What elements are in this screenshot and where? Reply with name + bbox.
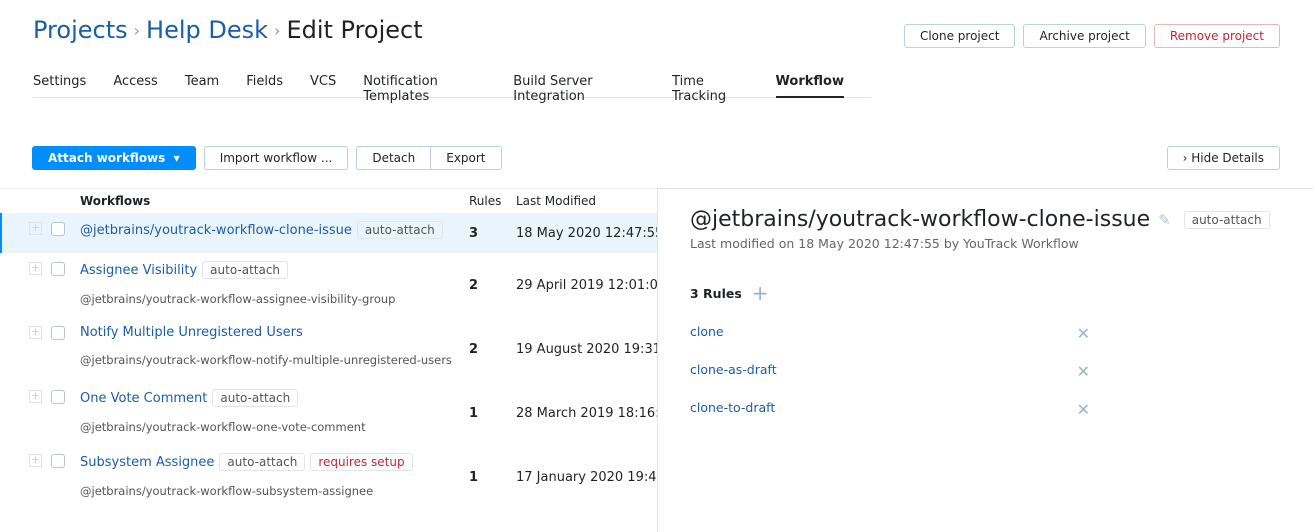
rule-item: clone-as-draft ✕ [690, 362, 1090, 381]
import-workflow-button[interactable]: Import workflow ... [203, 146, 349, 170]
breadcrumb-separator: › [274, 20, 281, 40]
chevron-right-icon: › [1182, 151, 1188, 165]
tab-notification-templates[interactable]: Notification Templates [363, 74, 486, 104]
expand-icon[interactable]: + [29, 262, 42, 275]
rule-name[interactable]: clone [690, 324, 724, 343]
rules-header: 3 Rules [690, 285, 742, 301]
detail-title: @jetbrains/youtrack-workflow-clone-issue [690, 207, 1151, 232]
hide-details-label: Hide Details [1191, 151, 1264, 165]
row-checkbox[interactable] [51, 326, 65, 340]
workflow-package: @jetbrains/youtrack-workflow-assignee-vi… [80, 292, 396, 306]
workflow-package: @jetbrains/youtrack-workflow-notify-mult… [80, 353, 452, 367]
export-button[interactable]: Export [431, 146, 502, 170]
clone-project-button[interactable]: Clone project [903, 24, 1016, 48]
workflow-name[interactable]: One Vote Comment [80, 391, 207, 406]
last-modified: 17 January 2020 19:43 [516, 469, 657, 485]
rule-name[interactable]: clone-to-draft [690, 400, 775, 419]
pencil-icon[interactable]: ✎ [1158, 211, 1171, 229]
tab-settings[interactable]: Settings [33, 74, 86, 98]
rules-count: 1 [469, 405, 479, 421]
remove-rule-icon[interactable]: ✕ [1077, 362, 1090, 381]
workflow-name[interactable]: Subsystem Assignee [80, 455, 214, 470]
attach-label: Attach workflows [48, 151, 166, 165]
hide-details-button[interactable]: › Hide Details [1166, 146, 1280, 170]
tab-access[interactable]: Access [113, 74, 158, 98]
tag: auto-attach [212, 389, 299, 407]
tab-team[interactable]: Team [185, 74, 219, 98]
rules-count: 1 [469, 469, 479, 485]
tag: auto-attach [202, 261, 289, 279]
breadcrumb-separator: › [133, 20, 141, 40]
auto-attach-tag: auto-attach [1183, 210, 1270, 229]
last-modified: 18 May 2020 12:47:55 [516, 225, 657, 241]
remove-rule-icon[interactable]: ✕ [1077, 400, 1090, 419]
expand-icon[interactable]: + [29, 222, 42, 235]
page-title: Edit Project [286, 16, 423, 44]
breadcrumb-projects[interactable]: Projects [33, 16, 128, 44]
tab-time-tracking[interactable]: Time Tracking [672, 74, 749, 104]
header-last-modified: Last Modified [516, 194, 597, 208]
tag: auto-attach [356, 221, 443, 239]
detail-meta: Last modified on 18 May 2020 12:47:55 by… [690, 236, 1079, 251]
rule-item: clone-to-draft ✕ [690, 400, 1090, 419]
tab-vcs[interactable]: VCS [310, 74, 336, 98]
rules-count: 3 [469, 225, 479, 241]
table-row[interactable]: + Subsystem Assignee auto-attach requires … [0, 445, 657, 509]
rules-count: 2 [469, 341, 479, 357]
rule-item: clone ✕ [690, 324, 1090, 343]
archive-project-button[interactable]: Archive project [1023, 24, 1146, 48]
last-modified: 29 April 2019 12:01:09 [516, 277, 657, 293]
header-rules: Rules [469, 194, 502, 208]
breadcrumb-help-desk[interactable]: Help Desk [146, 16, 268, 44]
workflow-package: @jetbrains/youtrack-workflow-subsystem-a… [80, 484, 374, 498]
tab-bar: Settings Access Team Fields VCS Notification … [33, 74, 871, 104]
add-rule-icon[interactable]: + [752, 281, 769, 305]
expand-icon[interactable]: + [29, 390, 42, 403]
row-checkbox[interactable] [51, 262, 65, 276]
tag: requires setup [310, 453, 413, 471]
caret-down-icon: ▾ [173, 151, 180, 165]
rule-name[interactable]: clone-as-draft [690, 362, 777, 381]
tab-fields[interactable]: Fields [246, 74, 283, 98]
workflow-name[interactable]: Notify Multiple Unregistered Users [80, 325, 303, 340]
workflow-table: Workflows Rules Last Modified + @jetbrai… [0, 188, 657, 532]
table-row[interactable]: + One Vote Comment auto-attach @jetbrains/… [0, 381, 657, 445]
remove-rule-icon[interactable]: ✕ [1077, 324, 1090, 343]
rules-count: 2 [469, 277, 479, 293]
expand-icon[interactable]: + [29, 454, 42, 467]
expand-icon[interactable]: + [29, 326, 42, 339]
row-checkbox[interactable] [51, 454, 65, 468]
details-panel: @jetbrains/youtrack-workflow-clone-issue… [657, 188, 1313, 532]
row-checkbox[interactable] [51, 222, 65, 236]
breadcrumb: Projects › Help Desk › Edit Project [33, 16, 423, 44]
table-row[interactable]: + @jetbrains/youtrack-workflow-clone-iss… [0, 213, 657, 253]
last-modified: 19 August 2020 19:31:3 [516, 341, 657, 357]
workflow-package: @jetbrains/youtrack-workflow-one-vote-co… [80, 420, 366, 434]
tag: auto-attach [219, 453, 306, 471]
workflow-name[interactable]: Assignee Visibility [80, 263, 197, 278]
workflow-name[interactable]: @jetbrains/youtrack-workflow-clone-issue [80, 223, 352, 238]
header-workflows: Workflows [80, 194, 151, 208]
table-row[interactable]: + Assignee Visibility auto-attach @jetbrai… [0, 253, 657, 317]
attach-workflows-button[interactable]: Attach workflows ▾ [32, 146, 196, 170]
detach-button[interactable]: Detach [356, 146, 432, 170]
table-row[interactable]: + Notify Multiple Unregistered Users @jet… [0, 317, 657, 381]
remove-project-button[interactable]: Remove project [1153, 24, 1280, 48]
tab-workflow[interactable]: Workflow [775, 74, 844, 98]
tab-build-server-integration[interactable]: Build Server Integration [513, 74, 645, 104]
last-modified: 28 March 2019 18:16:2 [516, 405, 657, 421]
row-checkbox[interactable] [51, 390, 65, 404]
